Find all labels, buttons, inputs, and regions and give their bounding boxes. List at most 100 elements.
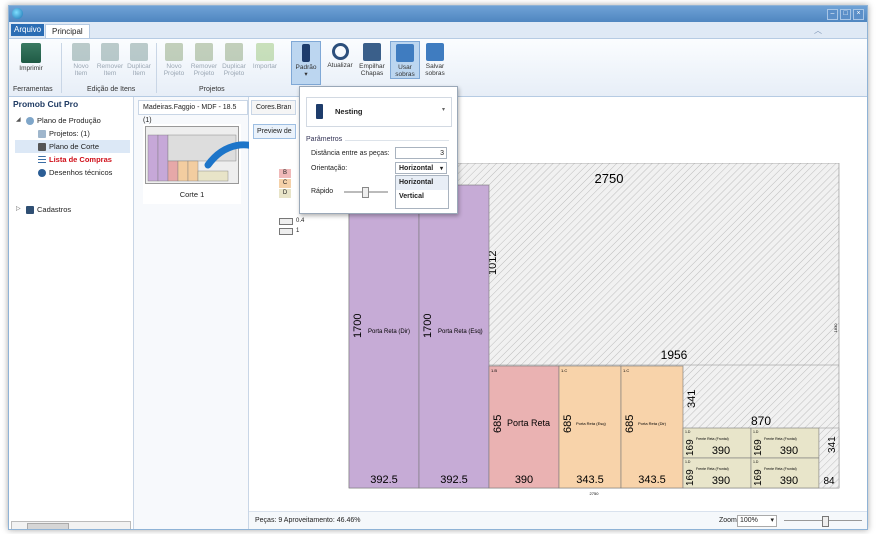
- orientation-value: Horizontal: [399, 165, 434, 172]
- piece-porta-reta-c-esq[interactable]: 1.C 685 Porta Reta (Esq) 343.5: [558, 365, 622, 489]
- zoom-slider[interactable]: [784, 516, 862, 527]
- save-leftovers-label: Salvar sobras: [425, 63, 445, 77]
- padrao-icon: [302, 44, 310, 62]
- new-project-label: Novo Projeto: [163, 63, 185, 77]
- remove-project-button[interactable]: Remover Projeto: [190, 41, 218, 77]
- speed-slider[interactable]: [344, 187, 388, 198]
- tree-label: Lista de Compras: [49, 155, 112, 164]
- distance-input[interactable]: 3: [395, 147, 447, 159]
- piece-tag: 1.D: [685, 430, 691, 434]
- status-pieces-usage: Peças: 9 Aproveitamento: 46.46%: [255, 517, 361, 524]
- stack-sheets-button[interactable]: Empilhar Chapas: [358, 41, 386, 77]
- piece-frente-reta-4[interactable]: 1.D 169 Frente Reta (Frontal) 390: [750, 457, 820, 489]
- legend-item: D: [279, 189, 291, 198]
- sidebar-scrollbar[interactable]: [11, 521, 131, 529]
- tree-item-cadastros[interactable]: ▷ Cadastros: [15, 203, 130, 216]
- refresh-button[interactable]: Atualizar: [326, 41, 354, 69]
- new-item-button[interactable]: Novo Item: [67, 41, 95, 77]
- orientation-select[interactable]: Horizontal ▾: [395, 162, 447, 174]
- chevron-down-icon: ▾: [439, 166, 443, 172]
- print-button[interactable]: Imprimir: [15, 41, 47, 72]
- legend-item: C: [279, 179, 291, 188]
- status-bar: Peças: 9 Aproveitamento: 46.46% Zoom: 10…: [249, 511, 867, 529]
- close-button[interactable]: ×: [853, 9, 864, 20]
- zoom-value: 100%: [740, 517, 758, 524]
- use-leftovers-button[interactable]: Usar sobras: [390, 41, 420, 79]
- collapse-arrow-icon[interactable]: ▷: [16, 203, 21, 216]
- rapido-label: Rápido: [311, 188, 334, 195]
- option-horizontal[interactable]: Horizontal: [396, 176, 448, 190]
- nesting-icon: [316, 104, 323, 119]
- scrap-narrow-height: 341: [827, 436, 838, 453]
- padrao-button[interactable]: Padrão ▾: [291, 41, 321, 85]
- piece-porta-reta-b[interactable]: 1.B 685 Porta Reta 390: [488, 365, 560, 489]
- piece-tag: 1.D: [685, 460, 691, 464]
- padrao-label: Padrão: [295, 64, 317, 71]
- tree-item-lista-compras[interactable]: Lista de Compras: [15, 153, 130, 166]
- tree-label: Projetos: (1): [49, 129, 90, 138]
- tree-item-plano-producao[interactable]: ◢ Plano de Produção: [15, 114, 130, 127]
- piece-width-label: 392.5: [370, 474, 398, 486]
- piece-frente-reta-2[interactable]: 1.D 169 Frente Reta (Frontal) 390: [750, 427, 820, 459]
- thickness-value: 0.4: [296, 218, 305, 224]
- piece-width-label: 390: [712, 475, 730, 487]
- zoom-select[interactable]: 100% ▾: [737, 515, 777, 527]
- piece-tag: 1.D: [753, 430, 759, 434]
- projects-icon: [38, 130, 46, 138]
- material-tab[interactable]: Madeiras.Faggio - MDF - 18.5 (1): [138, 100, 248, 124]
- tree-item-plano-corte[interactable]: Plano de Corte: [15, 140, 130, 153]
- import-button[interactable]: Importar: [251, 41, 279, 70]
- new-project-icon: [165, 43, 183, 61]
- piece-porta-reta-c-dir[interactable]: 1.C 685 Porta Reta (Dir) 343.5: [620, 365, 684, 489]
- remove-item-button[interactable]: Remover Item: [96, 41, 124, 77]
- tab-principal[interactable]: Principal: [45, 24, 90, 38]
- cut-thumbnail-label: Corte 1: [179, 190, 205, 199]
- new-item-icon: [72, 43, 90, 61]
- nesting-options-popup: Nesting ▾ Parâmetros Distância entre as …: [299, 86, 458, 214]
- piece-height-label: 1700: [352, 314, 364, 338]
- piece-porta-reta-dir[interactable]: 1700 Porta Reta (Dir) 392.5: [348, 184, 420, 489]
- piece-height-label: 169: [753, 469, 764, 486]
- chevron-down-icon: ▾: [441, 107, 445, 113]
- duplicate-project-button[interactable]: Duplicar Projeto: [220, 41, 248, 77]
- save-leftovers-button[interactable]: Salvar sobras: [421, 41, 449, 77]
- save-leftovers-icon: [426, 43, 444, 61]
- sheet-bottom-label: 2750: [590, 491, 600, 496]
- tree-item-desenhos[interactable]: Desenhos técnicos: [15, 166, 130, 179]
- tab-arquivo[interactable]: Arquivo: [11, 24, 45, 36]
- duplicate-item-button[interactable]: Duplicar Item: [125, 41, 153, 77]
- piece-width-label: 390: [712, 445, 730, 457]
- ribbon-collapse-icon[interactable]: ︿: [814, 25, 822, 36]
- duplicate-project-label: Duplicar Projeto: [222, 63, 246, 77]
- duplicate-item-label: Duplicar Item: [127, 63, 151, 77]
- maximize-button[interactable]: □: [840, 9, 851, 20]
- distance-label: Distância entre as peças:: [311, 150, 390, 157]
- preview-tab[interactable]: Preview de: [253, 124, 296, 139]
- piece-frente-reta-1[interactable]: 1.D 169 Frente Reta (Frontal) 390: [682, 427, 752, 459]
- production-plan-icon: [26, 117, 34, 125]
- color-tab[interactable]: Cores.Bran: [251, 100, 297, 115]
- cut-plan-icon: [38, 143, 46, 151]
- new-project-button[interactable]: Novo Projeto: [160, 41, 188, 77]
- sheet-width-label: 2750: [595, 171, 624, 186]
- piece-width-label: 390: [515, 474, 533, 486]
- tree-item-projetos[interactable]: Projetos: (1): [15, 127, 130, 140]
- expand-arrow-icon[interactable]: ◢: [16, 114, 21, 127]
- minimize-button[interactable]: –: [827, 9, 838, 20]
- group-ferramentas: Ferramentas: [13, 86, 53, 93]
- piece-porta-reta-esq[interactable]: 1700 Porta Reta (Esq) 392.5: [418, 184, 490, 489]
- option-vertical[interactable]: Vertical: [396, 190, 448, 204]
- piece-frente-reta-3[interactable]: 1.D 169 Frente Reta (Frontal) 390: [682, 457, 752, 489]
- piece-tag: 1.B: [491, 368, 497, 373]
- remove-item-label: Remover Item: [96, 63, 124, 77]
- legend: B C D: [279, 169, 291, 199]
- piece-name-label: Porta Reta (Esq): [576, 421, 606, 426]
- piece-tag: 1.C: [623, 368, 629, 373]
- thickness-value: 1: [296, 228, 300, 234]
- tree-label: Plano de Corte: [49, 142, 100, 151]
- stack-sheets-label: Empilhar Chapas: [359, 63, 385, 77]
- app-logo-icon: [12, 8, 23, 19]
- mode-select[interactable]: Nesting ▾: [306, 97, 452, 127]
- refresh-icon: [331, 43, 349, 60]
- scrap-width-label: 870: [751, 414, 771, 428]
